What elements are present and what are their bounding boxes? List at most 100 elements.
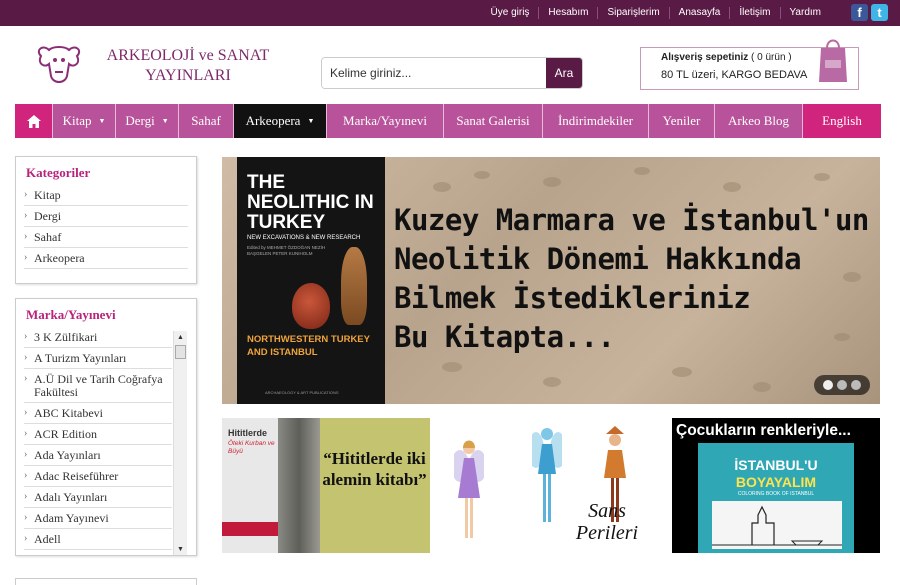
nav-english[interactable]: English [803,104,881,138]
cart-label-text: Alışveriş sepetiniz [661,52,749,63]
maiden-tower-drawing [712,501,842,549]
search-input[interactable] [322,58,546,88]
fairy-doll-image [454,440,484,538]
promo-fairies[interactable]: Sans Perileri [444,418,658,553]
headline-line: Bilmek İstedikleriniz [394,281,751,315]
nav-arkeo-blog-label: Arkeo Blog [727,113,790,128]
slider-dots [814,375,870,395]
slider-dot[interactable] [837,380,847,390]
nav-sahaf[interactable]: Sahaf [179,104,234,138]
coloring-book-cover: İSTANBUL'U BOYAYALIM COLORING BOOK OF IS… [698,443,854,553]
pottery-image [292,283,330,329]
book-subtitle: NEW EXCAVATIONS & NEW RESEARCH [247,235,361,241]
nav-arkeopera[interactable]: Arkeopera ▼ [234,104,327,138]
category-item[interactable]: Kitap [24,185,188,206]
brands-title: Marka/Yayınevi [26,307,116,322]
nav-indirimdekiler[interactable]: İndirimdekiler [543,104,649,138]
headline-line: Kuzey Marmara ve İstanbul'un [394,203,869,237]
search-box: Ara [321,57,583,89]
nav-sanat-galerisi[interactable]: Sanat Galerisi [444,104,543,138]
nav-yeniler[interactable]: Yeniler [649,104,715,138]
social-icons: f t [851,4,888,21]
hero-banner[interactable]: THE NEOLITHIC IN TURKEY NEW EXCAVATIONS … [222,157,880,404]
brand-item[interactable]: ABC Kitabevi [24,403,172,424]
nav-kitap-label: Kitap [62,113,92,128]
category-item[interactable]: Arkeopera [24,248,188,269]
caret-down-icon: ▼ [307,117,315,125]
stone-relief-image [278,418,320,553]
istanbul-cover-line-2: BOYAYALIM [735,474,817,490]
logo-line-2: YAYINLARI [145,67,231,84]
top-link-help[interactable]: Yardım [779,7,831,19]
cart-promo: 80 TL üzeri, KARGO BEDAVA [661,69,807,81]
book-cover-neolithic: THE NEOLITHIC IN TURKEY NEW EXCAVATIONS … [237,157,385,404]
brand-item[interactable]: Adac Reiseführer [24,466,172,487]
headline-line: Neolitik Dönemi Hakkında [394,242,802,276]
brand-item[interactable]: 3 K Zülfikari [24,327,172,348]
brand-item[interactable]: Adell [24,529,172,550]
shopping-bag-icon[interactable] [818,34,848,84]
book-editors: Edited by MEHMET ÖZDOĞAN NEZİH BAŞGELEN … [247,245,326,256]
sidebar-box-partial [15,578,197,585]
top-link-contact[interactable]: İletişim [729,7,779,19]
brands-scrollbar[interactable]: ▲ ▼ [173,331,187,555]
slider-dot[interactable] [851,380,861,390]
promo-istanbul-coloring[interactable]: Çocukların renkleriyle... İSTANBUL'U BOY… [672,418,880,553]
nav-marka-yayinevi[interactable]: Marka/Yayınevi [327,104,444,138]
nav-indirimdekiler-label: İndirimdekiler [557,113,634,128]
nav-arkeopera-label: Arkeopera [245,113,301,128]
twitter-icon[interactable]: t [871,4,888,21]
brand-item[interactable]: A Turizm Yayınları [24,348,172,369]
cart-promo-prefix: 80 TL üzeri, [661,69,722,81]
top-link-orders[interactable]: Siparişlerim [597,7,668,19]
brand-item[interactable]: Adalı Yayınları [24,487,172,508]
brand-item[interactable]: Adam Yayınevi [24,508,172,529]
brand-item[interactable]: Ada Yayınları [24,445,172,466]
book-title: THE NEOLITHIC IN TURKEY [247,172,374,233]
cart-label: Alışveriş sepetiniz ( 0 ürün ) [661,52,792,63]
top-link-account[interactable]: Hesabım [538,7,597,19]
ram-logo-icon[interactable] [33,42,85,86]
main-nav: Kitap ▼ Dergi ▼ Sahaf Arkeopera ▼ Marka/Yay… [15,104,881,138]
facebook-icon[interactable]: f [851,4,868,21]
category-item[interactable]: Sahaf [24,227,188,248]
cart-count: ( 0 ürün ) [751,52,792,63]
nav-english-label: English [822,113,862,128]
slider-dot[interactable] [823,380,833,390]
categories-title: Kategoriler [26,165,91,180]
nav-home[interactable] [15,104,53,138]
istanbul-headline: Çocukların renkleriyle... [676,422,851,439]
fairy-doll-image [532,428,562,522]
nav-sanat-galerisi-label: Sanat Galerisi [456,113,530,128]
hittite-quote: “Hititlerde iki alemin kitabı” [322,449,427,489]
search-button[interactable]: Ara [546,58,582,88]
caret-down-icon: ▼ [98,117,106,125]
istanbul-cover-line-1: İSTANBUL'U [734,457,818,473]
brand-item[interactable]: ACR Edition [24,424,172,445]
fairies-title: Sans Perileri [575,500,639,544]
scrollbar-thumb[interactable] [175,345,186,359]
scroll-down-icon[interactable]: ▼ [174,545,187,553]
site-logo-text[interactable]: ARKEOLOJİ ve SANAT YAYINLARI [93,46,283,86]
figurine-image [341,247,367,325]
caret-down-icon: ▼ [161,117,169,125]
brands-box: Marka/Yayınevi 3 K Zülfikari A Turizm Ya… [15,298,197,556]
cover-red-band [222,522,278,536]
headline-line: Bu Kitapta... [394,320,615,354]
istanbul-cover-line-3: COLORING BOOK OF ISTANBUL [737,491,815,497]
category-item[interactable]: Dergi [24,206,188,227]
hittite-cover-subtitle: Öteki Kurban ve Büyü [228,440,275,455]
nav-arkeo-blog[interactable]: Arkeo Blog [715,104,803,138]
nav-kitap[interactable]: Kitap ▼ [53,104,116,138]
brand-item[interactable]: A.Ü Dil ve Tarih Coğrafya Fakültesi [24,369,172,403]
top-link-login[interactable]: Üye giriş [482,7,539,19]
categories-list: Kitap Dergi Sahaf Arkeopera [24,185,188,269]
promo-hittite[interactable]: Hititlerde Öteki Kurban ve Büyü “Hititle… [222,418,430,553]
scroll-up-icon[interactable]: ▲ [174,333,187,341]
nav-dergi[interactable]: Dergi ▼ [116,104,179,138]
book-publisher: ARCHAEOLOGY & ART PUBLICATIONS [265,390,339,395]
top-links: Üye giriş Hesabım Siparişlerim Anasayfa … [482,0,830,26]
hittite-cover-title: Hititlerde [228,428,268,438]
top-link-home[interactable]: Anasayfa [668,7,730,19]
logo-line-1: ARKEOLOJİ ve SANAT [106,47,270,64]
